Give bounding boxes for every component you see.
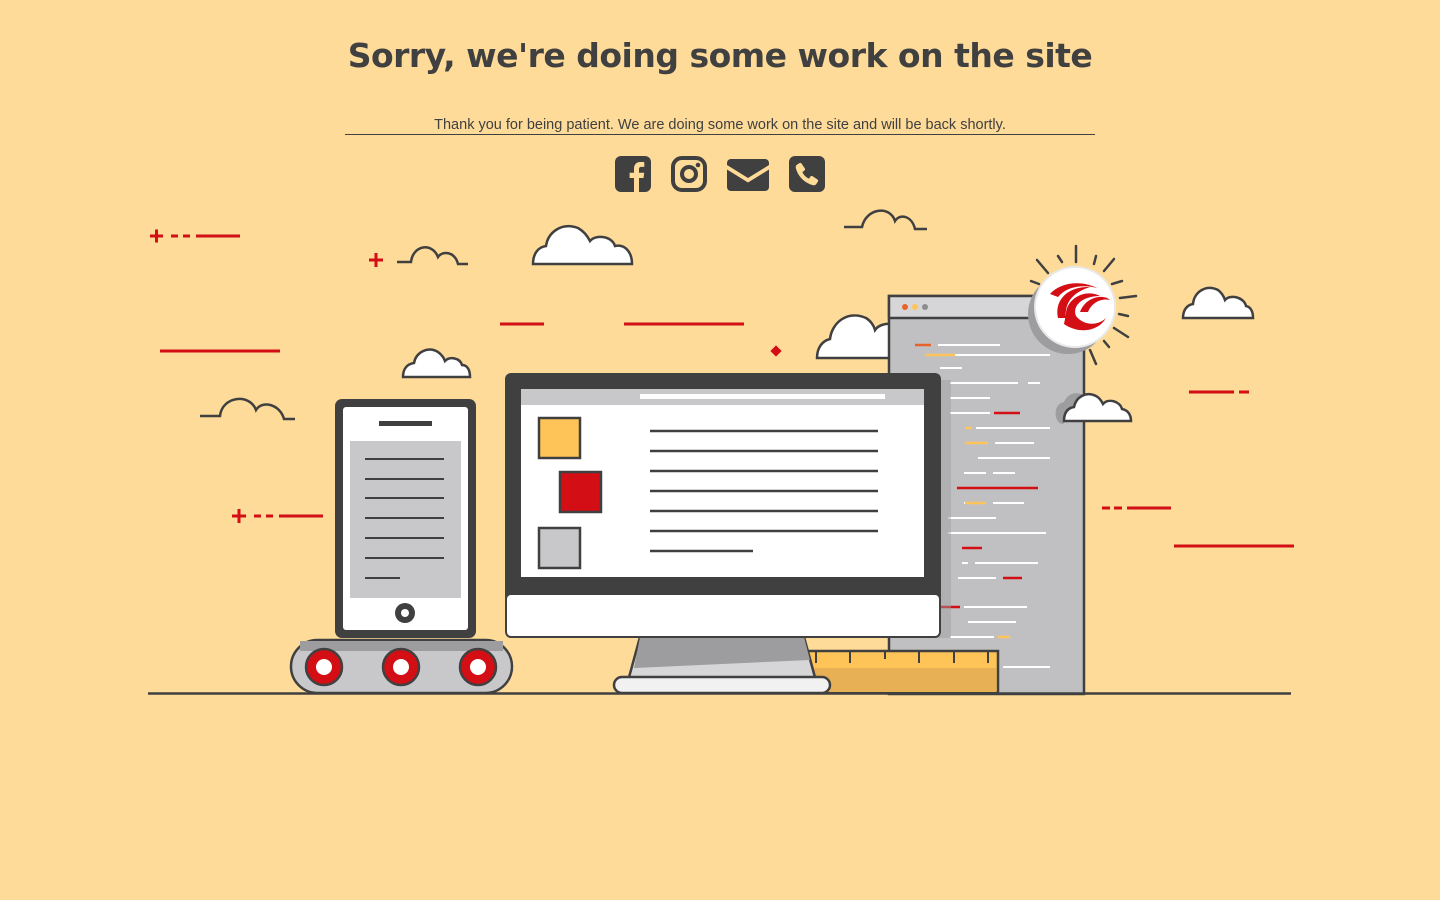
- phone-illustration: [335, 399, 476, 638]
- monitor-illustration: [505, 373, 951, 695]
- decor-clouds: [401, 225, 1255, 379]
- ruler: [804, 649, 1000, 695]
- maintenance-illustration: [148, 209, 1294, 696]
- conveyor-belt: [289, 638, 514, 695]
